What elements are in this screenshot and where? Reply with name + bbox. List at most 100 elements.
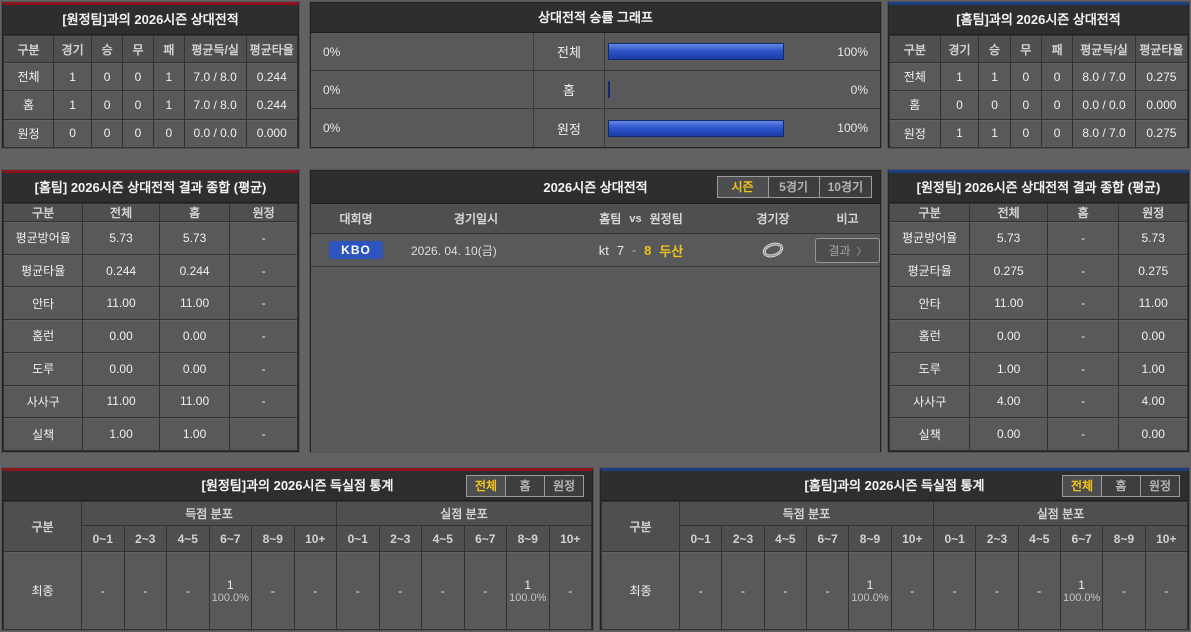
bin-header: 10+ [890,525,934,552]
row-label: 평균방어율 [2,221,84,255]
home-h2h-panel: [홈팀]과의 2026시즌 상대전적 구분 경기 승 무 패 평균득/실 평균타… [888,2,1189,149]
cell: 0 [52,118,93,149]
cell: 0.244 [245,61,298,92]
bin-header: 10+ [1144,525,1189,552]
table-row: 도루 1.00 - 1.00 [888,351,1188,386]
cell: - [421,551,465,630]
row-label: 홈 [3,90,54,120]
row-label: 최종 [3,551,82,630]
col-header: 무 [122,35,154,63]
tab-10games[interactable]: 10경기 [818,176,872,198]
tab-all[interactable]: 전체 [466,475,506,497]
bin-header: 2~3 [721,525,765,552]
cell: - [251,551,295,630]
result-button[interactable]: 결과 〉 [815,237,880,263]
cell: 1 [152,61,185,92]
bins-header-row: 0~1 2~3 4~5 6~7 8~9 10+ 0~1 2~3 4~5 6~7 … [602,525,1189,552]
cell: 0 [152,118,185,149]
winrate-bar [608,43,784,60]
row-label: 최종 [601,551,680,630]
row-label: 평균방어율 [888,221,971,255]
col-header: 평균타율 [245,35,298,63]
cell: - [229,417,298,451]
group-header-row: 구분 득점 분포 실점 분포 [3,501,592,552]
score-dist-tabs: 전체 홈 원정 [466,475,584,497]
row-label: 원정 [889,118,941,149]
tab-season[interactable]: 시즌 [716,176,769,198]
panel-title: [원정팀] 2026시즌 상대전적 결과 종합 (평균) [889,173,1188,203]
row-label: 사사구 [888,384,971,419]
home-summary-panel: [홈팀] 2026시즌 상대전적 결과 종합 (평균) 구분 전체 홈 원정 평… [2,170,299,452]
panel-title: [홈팀] 2026시즌 상대전적 결과 종합 (평균) [3,173,298,203]
cell: - [1017,551,1061,630]
cell: 0.244 [245,90,298,120]
table-row: 실책 1.00 1.00 - [2,417,298,451]
table-row: 최종 - - - 1 100.0% - - - - - - 1 100.0% - [3,551,592,630]
col-header: 패 [1040,35,1074,63]
left-pct-label: 0% [323,121,341,135]
tab-away[interactable]: 원정 [1140,475,1180,497]
cell: 11.00 [969,286,1048,321]
cell: 1 100.0% [506,551,550,630]
header-row: 구분 경기 승 무 패 평균득/실 평균타율 [3,35,298,63]
chevron-right-icon: 〉 [856,246,867,258]
tab-home[interactable]: 홈 [1101,475,1141,497]
away-h2h-table: 구분 경기 승 무 패 평균득/실 평균타율 전체 1 0 0 1 7.0 / … [3,35,298,149]
col-header: 패 [152,35,185,63]
col-header: 구분 [2,203,84,222]
panel-title-bar: 2026시즌 상대전적 시즌 5경기 10경기 [311,171,880,204]
away-team-name: 두산 [659,243,684,259]
bin-header: 0~1 [678,525,723,552]
cell: 5.73 [969,221,1048,255]
cell: - [123,551,167,630]
col-header-home: 홈팀 [599,212,622,226]
table-row: 평균타율 0.244 0.244 - [2,253,298,288]
tab-home[interactable]: 홈 [505,475,545,497]
row-label: 안타 [2,286,84,321]
graph-row: 0% 전체 100% [311,33,880,71]
winrate-graph-panel: 상대전적 승률 그래프 0% 전체 100% 0% 홈 0% 0% 원정 100… [310,2,881,148]
match-header-row: 대회명 경기일시 홈팀 vs 원정팀 경기장 비고 [311,204,880,234]
bin-header: 6~7 [208,525,252,552]
stadium-icon[interactable] [762,242,784,258]
table-row: 안타 11.00 - 11.00 [888,286,1188,321]
bin-header: 2~3 [378,525,422,552]
cell: 0.244 [158,253,231,288]
bin-header: 4~5 [421,525,465,552]
cell: 1 100.0% [1059,551,1104,630]
home-h2h-table: 구분 경기 승 무 패 평균득/실 평균타율 전체 1 1 0 0 8.0 / … [889,35,1189,149]
table-row: 평균방어율 5.73 5.73 - [2,221,298,255]
tab-5games[interactable]: 5경기 [767,176,820,198]
home-summary-table: 구분 전체 홈 원정 평균방어율 5.73 5.73 - 평균타율 0.244 … [2,203,298,451]
col-header: 전체 [82,203,160,222]
cell: - [229,221,298,255]
cell: 1.00 [82,417,160,451]
bin-header: 2~3 [975,525,1019,552]
panel-title: [원정팀]과의 2026시즌 상대전적 [3,5,298,35]
row-label: 실책 [2,417,84,451]
cell: - [763,551,807,630]
home-score: 7 [616,242,625,258]
bin-header: 8~9 [506,525,550,552]
result-button-label: 결과 [828,243,851,258]
cell: 5.73 [1118,221,1188,255]
row-label: 사사구 [2,384,84,419]
scored-group-header: 득점 분포 [679,501,934,526]
cell: - [378,551,422,630]
left-pct-label: 0% [323,44,341,59]
conceded-group-header: 실점 분포 [932,501,1189,526]
match-range-tabs: 시즌 5경기 10경기 [716,176,872,198]
tab-away[interactable]: 원정 [544,475,584,497]
table-row: 사사구 11.00 11.00 - [2,384,298,419]
table-row: 안타 11.00 11.00 - [2,286,298,321]
match-list: 대회명 경기일시 홈팀 vs 원정팀 경기장 비고 KBO 2026. 04. … [311,204,880,452]
tab-all[interactable]: 전체 [1062,475,1102,497]
table-row: 실책 0.00 - 0.00 [888,417,1188,451]
cell: - [229,384,298,419]
left-pct-label: 0% [323,82,341,97]
cell: - [548,551,592,630]
table-row: 평균방어율 5.73 - 5.73 [888,221,1188,255]
cell: 0.275 [1134,61,1189,92]
bins-header-row: 0~1 2~3 4~5 6~7 8~9 10+ 0~1 2~3 4~5 6~7 … [4,525,592,552]
cell: 5.73 [158,221,231,255]
